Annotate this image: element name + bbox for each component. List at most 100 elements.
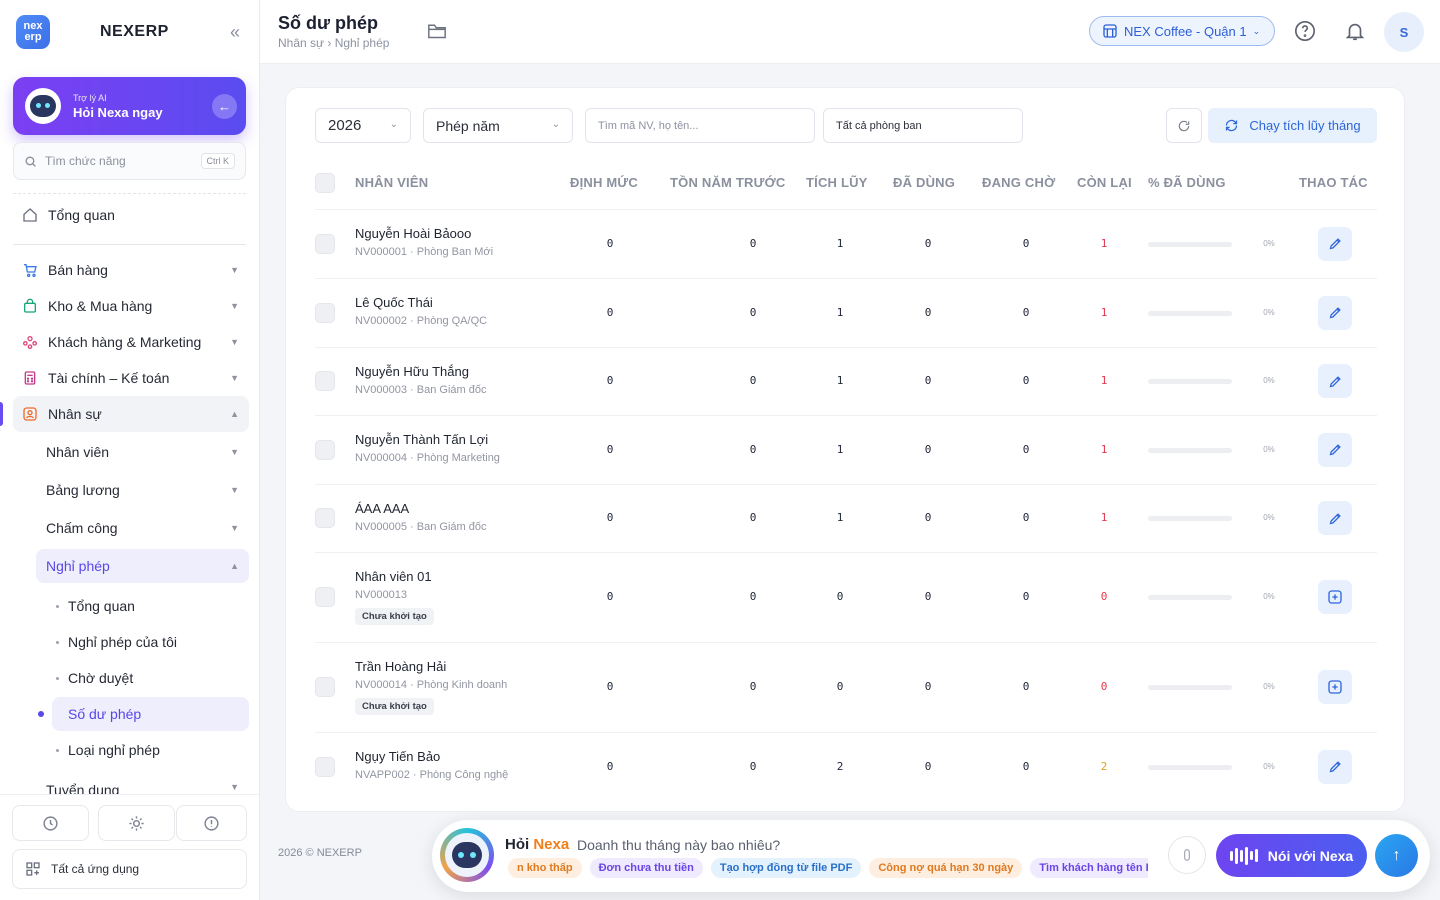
employee-name[interactable]: ÁAA AAA <box>355 501 409 516</box>
arrow-left-icon[interactable]: ← <box>212 94 237 119</box>
nexa-robot-icon[interactable] <box>440 828 494 882</box>
employee-code-dept: NV000001 · Phòng Ban Mới <box>355 246 494 258</box>
nexa-assistant-bar: Hỏi Nexa Doanh thu tháng này bao nhiêu? … <box>432 820 1430 892</box>
edit-button[interactable] <box>1318 226 1352 261</box>
employee-name[interactable]: Nguyễn Thành Tấn Lợi <box>355 432 488 447</box>
help-icon[interactable] <box>1292 18 1318 44</box>
col-percent-used[interactable]: % ĐÃ DÙNG <box>1148 175 1226 190</box>
folder-icon[interactable] <box>427 22 447 45</box>
nav-hr-payroll[interactable]: Bảng lương ▼ <box>36 473 249 507</box>
row-checkbox[interactable] <box>315 439 335 460</box>
nav-crm[interactable]: Khách hàng & Marketing ▼ <box>13 324 249 360</box>
row-checkbox[interactable] <box>315 371 335 391</box>
collapse-sidebar-icon[interactable]: « <box>230 22 240 43</box>
col-accrued[interactable]: TÍCH LŨY <box>806 175 868 190</box>
talk-to-nexa-button[interactable]: Nói với Nexa <box>1216 834 1367 877</box>
leave-type-select[interactable]: Phép năm ⌄ <box>423 108 573 143</box>
employee-code-dept: NV000014 · Phòng Kinh doanh <box>355 679 508 691</box>
year-select[interactable]: 2026 ⌄ <box>315 108 411 143</box>
nav-leave-overview[interactable]: Tổng quan <box>52 589 249 623</box>
row-checkbox[interactable] <box>315 508 335 528</box>
suggestion-chip[interactable]: Tìm khách hàng tên Hậu <box>1030 858 1148 878</box>
nav-leave-mine[interactable]: Nghỉ phép của tôi <box>52 625 249 659</box>
cell-remaining: 1 <box>1100 511 1108 524</box>
department-select[interactable]: Tất cả phòng ban <box>823 108 1023 143</box>
alerts-button[interactable] <box>176 805 247 841</box>
employee-search-input[interactable]: Tìm mã NV, họ tên... <box>585 108 815 143</box>
edit-button[interactable] <box>1318 432 1352 467</box>
employee-name[interactable]: Nguyễn Hoài Bảooo <box>355 226 471 241</box>
employee-name[interactable]: Nguyễn Hữu Thắng <box>355 364 469 379</box>
divider <box>13 244 246 245</box>
edit-button[interactable] <box>1318 501 1352 535</box>
nav-leave-balance[interactable]: Số dư phép <box>38 697 249 731</box>
nav-hr-attendance[interactable]: Chấm công ▼ <box>36 511 249 545</box>
branch-selector[interactable]: NEX Coffee - Quận 1 ⌄ <box>1089 16 1275 46</box>
suggestion-chip[interactable]: Tạo hợp đồng từ file PDF <box>710 858 862 878</box>
cell-pending: 0 <box>1022 759 1030 773</box>
row-checkbox[interactable] <box>315 677 335 697</box>
nav-hr-leave[interactable]: Nghỉ phép ▲ <box>36 549 249 583</box>
col-carry-over[interactable]: TỒN NĂM TRƯỚC <box>670 175 785 190</box>
attach-button[interactable] <box>1168 836 1206 874</box>
col-remaining[interactable]: CÒN LẠI <box>1077 175 1132 190</box>
edit-button[interactable] <box>1318 364 1352 398</box>
history-button[interactable] <box>12 805 89 841</box>
paperclip-icon <box>1184 849 1190 861</box>
nav-overview[interactable]: Tổng quan <box>13 197 249 233</box>
employee-name[interactable]: Lê Quốc Thái <box>355 295 433 310</box>
row-checkbox[interactable] <box>315 587 335 607</box>
nav-inventory[interactable]: Kho & Mua hàng ▼ <box>13 288 249 324</box>
initialize-button[interactable] <box>1318 580 1352 614</box>
cell-carry: 0 <box>749 374 757 387</box>
theme-button[interactable] <box>98 805 175 841</box>
run-monthly-accrual-button[interactable]: Chạy tích lũy tháng <box>1208 108 1377 143</box>
nav-leave-types[interactable]: Loại nghỉ phép <box>52 733 249 767</box>
nexa-question-input[interactable]: Doanh thu tháng này bao nhiêu? <box>577 837 780 853</box>
voice-wave-icon <box>1229 846 1258 865</box>
chevron-down-icon: ⌄ <box>551 119 560 130</box>
row-checkbox[interactable] <box>315 233 335 254</box>
col-quota[interactable]: ĐỊNH MỨC <box>570 175 638 190</box>
suggestion-chip[interactable]: Công nợ quá hạn 30 ngày <box>869 858 1023 878</box>
usage-percent: 0% <box>1263 592 1275 601</box>
col-employee[interactable]: NHÂN VIÊN <box>355 175 428 190</box>
nav-sales[interactable]: Bán hàng ▼ <box>13 252 249 288</box>
chevron-up-icon: ▲ <box>230 409 239 419</box>
employee-name[interactable]: Nhân viên 01 <box>355 569 432 584</box>
suggestion-chip[interactable]: Đơn chưa thu tiền <box>589 858 703 878</box>
user-avatar[interactable]: S <box>1384 12 1424 52</box>
send-button[interactable]: ↑ <box>1375 834 1418 877</box>
all-apps-button[interactable]: Tất cả ứng dụng <box>12 849 247 889</box>
employee-name[interactable]: Ngụy Tiến Bảo <box>355 749 440 764</box>
top-bar: Số dư phép Nhân sự › Nghỉ phép NEX Coffe… <box>260 0 1440 64</box>
col-pending[interactable]: ĐANG CHỜ <box>982 175 1055 190</box>
nav-hr-recruit[interactable]: Tuyển dụng ▼ <box>36 773 249 794</box>
refresh-button[interactable] <box>1166 108 1202 143</box>
function-search-input[interactable]: Tìm chức năng Ctrl K <box>13 142 246 180</box>
ask-nexa-card[interactable]: Trợ lý AI Hỏi Nexa ngay ← <box>13 77 246 135</box>
row-checkbox[interactable] <box>315 302 335 323</box>
brand[interactable]: nex erp NEXERP « <box>16 14 246 50</box>
col-used[interactable]: ĐÃ DÙNG <box>893 175 955 190</box>
nav-hr-employees[interactable]: Nhân viên ▼ <box>36 435 249 469</box>
chevron-down-icon: ⌄ <box>389 119 398 130</box>
suggestion-chip[interactable]: n kho thấp <box>508 858 582 878</box>
app-root: nex erp NEXERP « Trợ lý AI Hỏi Nexa ngay … <box>0 0 1440 900</box>
nav-finance[interactable]: Tài chính – Kế toán ▼ <box>13 360 249 396</box>
nav-leave-pending[interactable]: Chờ duyệt <box>52 661 249 695</box>
edit-button[interactable] <box>1318 295 1352 330</box>
row-checkbox[interactable] <box>315 756 335 777</box>
employee-name[interactable]: Trần Hoàng Hải <box>355 659 446 674</box>
row-divider <box>315 209 1377 210</box>
clock-icon <box>43 815 58 831</box>
sidebar-footer: Tất cả ứng dụng <box>0 794 259 900</box>
bell-icon[interactable] <box>1342 18 1368 44</box>
run-monthly-accrual-label: Chạy tích lũy tháng <box>1249 118 1361 133</box>
initialize-button[interactable] <box>1318 670 1352 704</box>
select-all-checkbox[interactable] <box>315 173 335 193</box>
breadcrumb[interactable]: Nhân sự › Nghỉ phép <box>278 36 389 50</box>
edit-button[interactable] <box>1318 749 1352 784</box>
nav-hr[interactable]: Nhân sự ▲ <box>13 396 249 432</box>
usage-progress-bar <box>1148 310 1232 316</box>
